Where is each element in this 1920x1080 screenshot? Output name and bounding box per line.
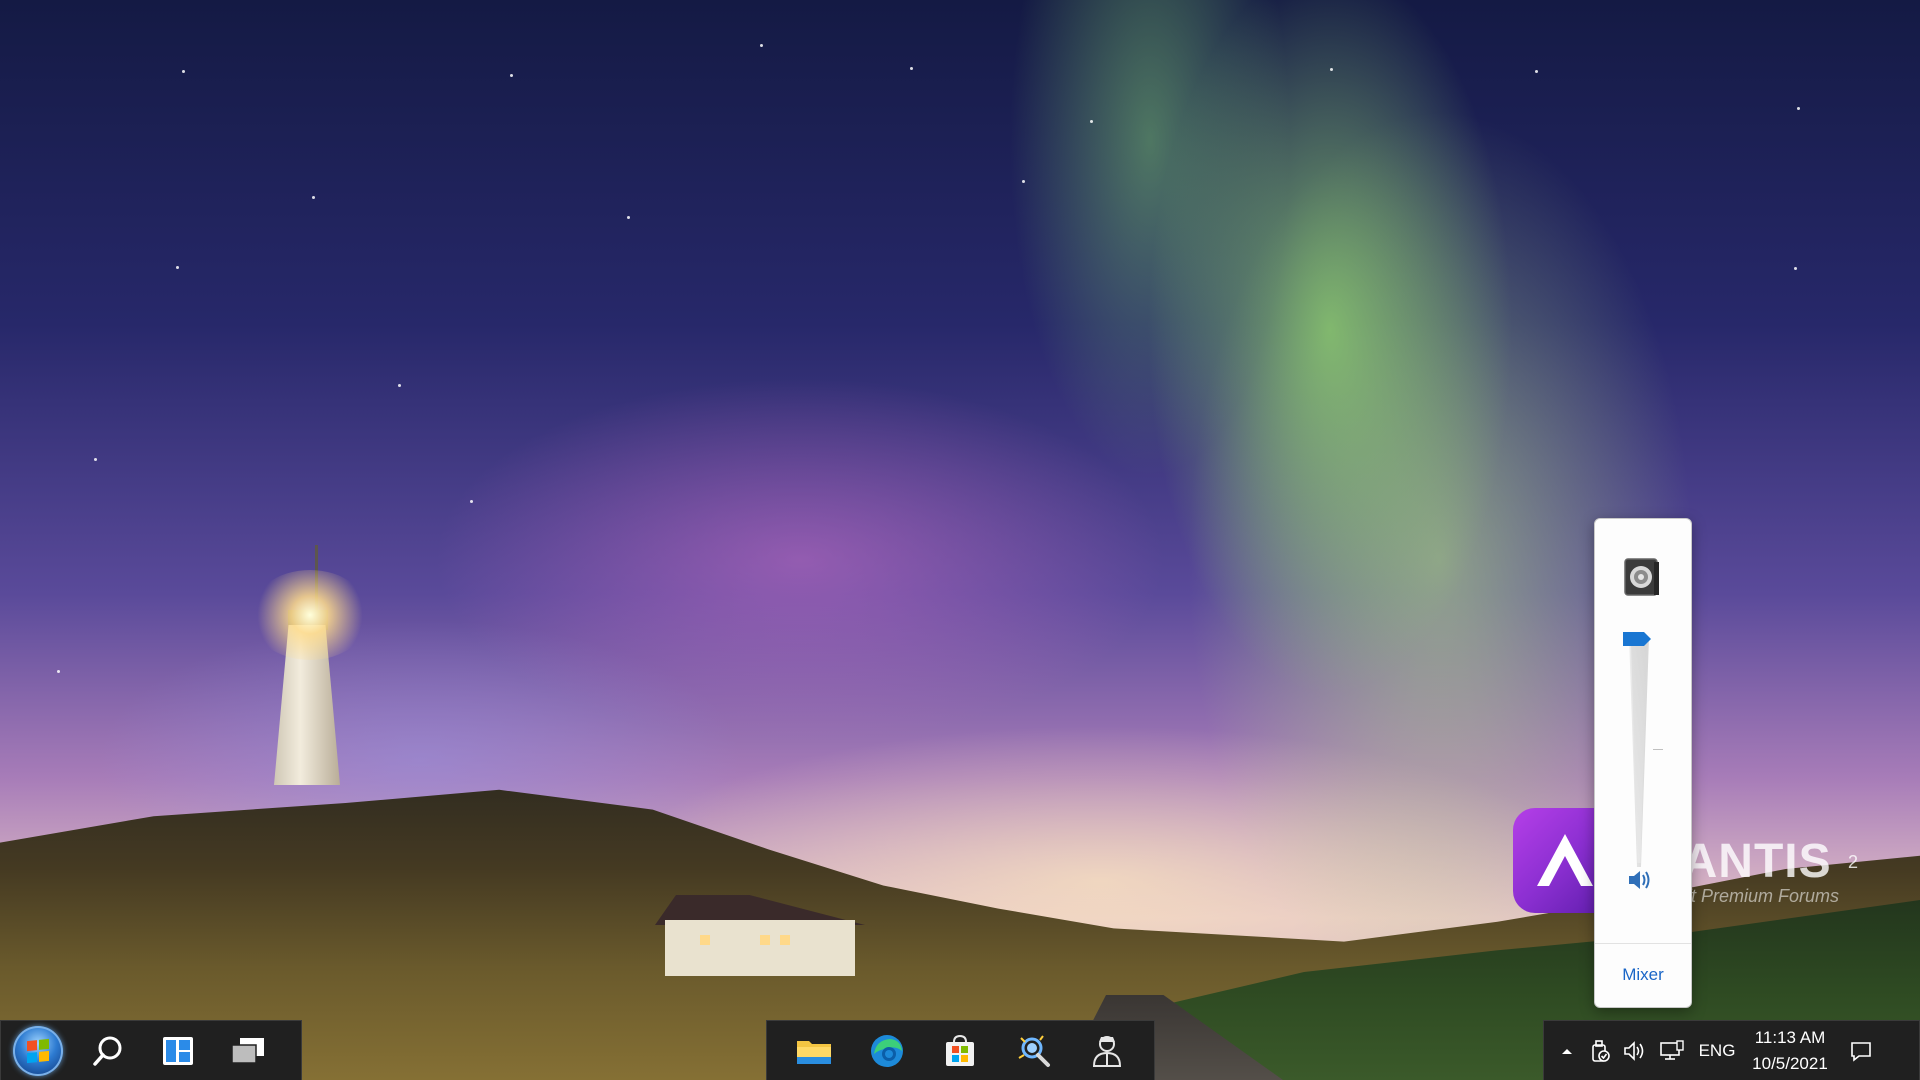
language-indicator[interactable]: ENG bbox=[1690, 1021, 1744, 1080]
volume-flyout: Mixer bbox=[1594, 518, 1692, 1008]
agent-app-button[interactable] bbox=[1080, 1024, 1134, 1078]
task-view-icon bbox=[231, 1037, 264, 1064]
chevron-up-icon bbox=[1562, 1048, 1572, 1054]
volume-tray-button[interactable] bbox=[1618, 1021, 1654, 1080]
search-button[interactable] bbox=[81, 1024, 135, 1078]
clock-time: 11:13 AM bbox=[1754, 1027, 1826, 1047]
task-view-button[interactable] bbox=[221, 1024, 275, 1078]
taskbar-left-group bbox=[0, 1020, 302, 1080]
magnifier-icon bbox=[1018, 1034, 1050, 1067]
magnifier-button[interactable] bbox=[1007, 1024, 1061, 1078]
speaker-icon bbox=[1624, 1040, 1644, 1061]
start-button[interactable] bbox=[11, 1024, 65, 1078]
watermark-superscript: 2 bbox=[1848, 852, 1859, 872]
network-icon bbox=[1660, 1039, 1684, 1060]
clock[interactable]: 11:13 AM 10/5/2021 bbox=[1744, 1021, 1836, 1080]
notification-center-button[interactable] bbox=[1836, 1021, 1886, 1080]
clock-date: 10/5/2021 bbox=[1752, 1053, 1828, 1073]
lighthouse-light bbox=[250, 570, 370, 660]
mixer-link[interactable]: Mixer bbox=[1595, 965, 1691, 985]
search-icon bbox=[93, 1036, 122, 1066]
edge-icon bbox=[871, 1034, 904, 1067]
store-button[interactable] bbox=[933, 1024, 987, 1078]
security-tray-button[interactable] bbox=[1582, 1021, 1618, 1080]
system-tray: ENG 11:13 AM 10/5/2021 bbox=[1543, 1020, 1920, 1080]
windows-7-start-orb-icon bbox=[13, 1025, 63, 1076]
house bbox=[665, 920, 855, 976]
widgets-button[interactable] bbox=[151, 1024, 205, 1078]
folder-icon bbox=[796, 1040, 831, 1064]
widgets-icon bbox=[163, 1036, 193, 1065]
file-explorer-button[interactable] bbox=[787, 1024, 841, 1078]
edge-button[interactable] bbox=[860, 1024, 914, 1078]
atlantis-watermark: TLANTIS 2 Minecraft Premium Forums bbox=[1513, 808, 1913, 913]
show-hidden-icons-button[interactable] bbox=[1552, 1021, 1582, 1080]
speaker-device-icon[interactable] bbox=[1622, 556, 1662, 598]
speaker-volume-icon[interactable] bbox=[1625, 867, 1655, 893]
agent-icon bbox=[1093, 1035, 1122, 1067]
notification-icon bbox=[1851, 1041, 1871, 1062]
store-icon bbox=[946, 1034, 975, 1066]
taskbar-pinned-apps bbox=[766, 1020, 1155, 1080]
network-tray-button[interactable] bbox=[1654, 1021, 1690, 1080]
security-icon bbox=[1592, 1039, 1610, 1062]
